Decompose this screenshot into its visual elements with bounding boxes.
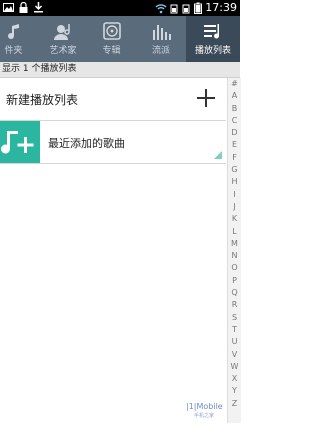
index-letter[interactable]: L <box>228 226 241 238</box>
playlist-artwork <box>0 121 40 163</box>
index-letter[interactable]: M <box>228 238 241 250</box>
genre-icon <box>153 25 171 40</box>
artist-icon <box>54 24 70 40</box>
tab-playlists[interactable]: 播放列表 <box>186 16 240 62</box>
alphabet-index[interactable]: # A B C D E F G H I J K L M N O P Q R S … <box>227 78 241 423</box>
tab-label: 播放列表 <box>194 46 231 56</box>
new-playlist-label: 新建播放列表 <box>6 93 79 107</box>
index-letter[interactable]: N <box>228 250 241 262</box>
signal-icon-2 <box>182 4 190 14</box>
plus-icon[interactable] <box>196 88 216 108</box>
clock: 17:39 <box>205 1 237 14</box>
tab-bar: 件夹 艺术家 专辑 流派 播放列表 <box>0 16 240 62</box>
index-letter[interactable]: T <box>228 324 241 336</box>
playlist-count-bar: 显示 1 个播放列表 <box>0 62 240 78</box>
playlist-count-text: 显示 1 个播放列表 <box>2 64 77 74</box>
tab-folders[interactable]: 件夹 <box>0 16 39 62</box>
index-letter[interactable]: C <box>228 115 241 127</box>
index-letter[interactable]: Y <box>228 385 241 397</box>
index-letter[interactable]: U <box>228 336 241 348</box>
index-letter[interactable]: X <box>228 373 241 385</box>
index-letter[interactable]: E <box>228 139 241 151</box>
tab-label: 件夹 <box>4 46 23 56</box>
index-letter[interactable]: I <box>228 189 241 201</box>
album-icon <box>102 22 121 40</box>
playlist-item[interactable]: 最近添加的歌曲 <box>0 121 226 164</box>
index-letter[interactable]: O <box>228 262 241 274</box>
signal-icon-1 <box>170 4 178 14</box>
download-icon <box>34 2 43 13</box>
tab-artists[interactable]: 艺术家 <box>39 16 87 62</box>
index-letter[interactable]: V <box>228 349 241 361</box>
index-letter[interactable]: Q <box>228 287 241 299</box>
watermark-main: |1|Mobile <box>186 402 223 411</box>
index-letter[interactable]: G <box>228 164 241 176</box>
folder-icon <box>7 24 19 40</box>
tab-albums[interactable]: 专辑 <box>87 16 136 62</box>
tab-label: 专辑 <box>102 46 121 56</box>
status-bar: 17:39 <box>0 0 240 16</box>
lock-icon <box>19 2 28 13</box>
playlist-icon <box>204 24 219 39</box>
index-letter[interactable]: H <box>228 176 241 188</box>
tab-genres[interactable]: 流派 <box>136 16 186 62</box>
index-letter[interactable]: Z <box>228 398 241 410</box>
tab-label: 流派 <box>151 46 170 56</box>
index-letter[interactable]: B <box>228 103 241 115</box>
index-letter[interactable]: R <box>228 299 241 311</box>
tab-label: 艺术家 <box>49 46 77 56</box>
image-icon <box>3 3 14 12</box>
index-letter[interactable]: S <box>228 312 241 324</box>
index-letter[interactable]: K <box>228 213 241 225</box>
playlist-name: 最近添加的歌曲 <box>48 137 125 150</box>
index-letter[interactable]: F <box>228 152 241 164</box>
index-letter[interactable]: J <box>228 201 241 213</box>
index-letter[interactable]: # <box>228 78 241 90</box>
wifi-icon <box>155 4 167 14</box>
corner-indicator-icon <box>214 151 222 159</box>
watermark-sub: 手机之家 <box>194 413 215 419</box>
index-letter[interactable]: A <box>228 90 241 102</box>
new-playlist-row[interactable]: 新建播放列表 <box>0 78 226 121</box>
index-letter[interactable]: W <box>228 361 241 373</box>
index-letter[interactable]: D <box>228 127 241 139</box>
music-note-plus-icon <box>1 131 34 154</box>
index-letter[interactable]: P <box>228 275 241 287</box>
watermark-logo: |1|Mobile 手机之家 <box>186 402 223 420</box>
battery-icon <box>194 2 203 14</box>
